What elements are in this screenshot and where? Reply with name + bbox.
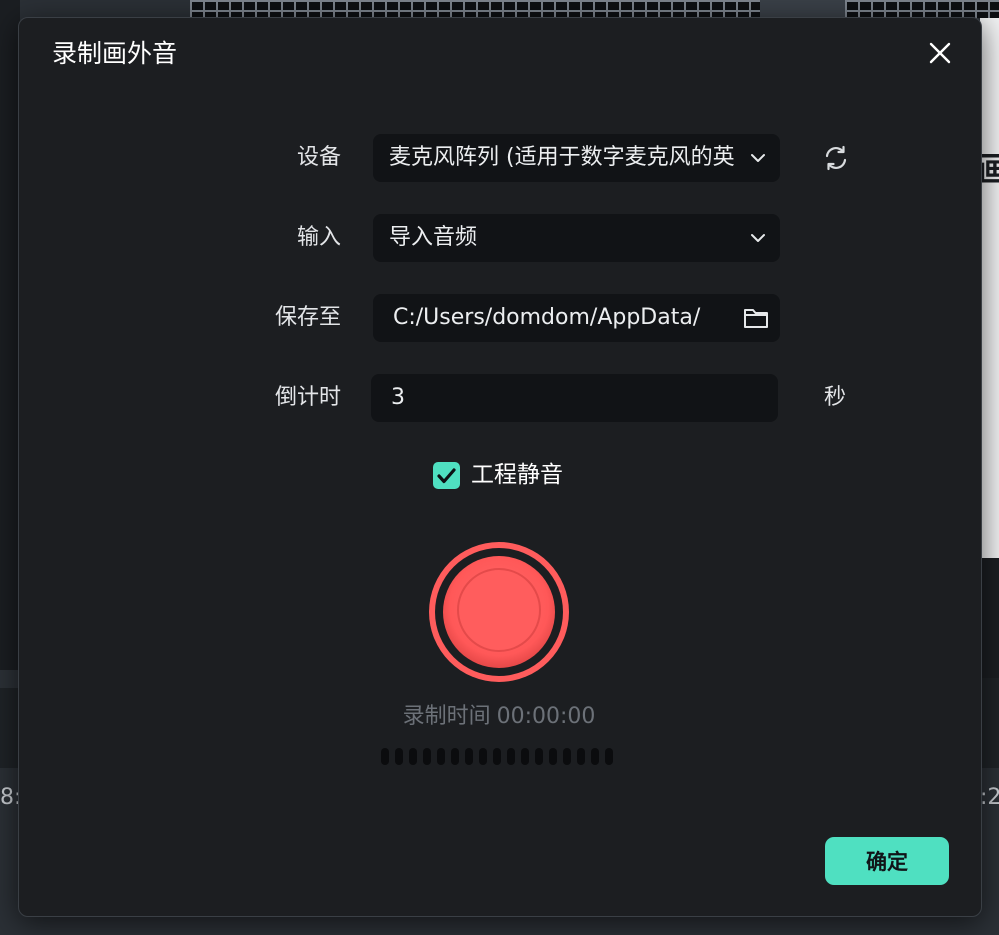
checkmark-icon — [437, 468, 456, 484]
audio-level-meter — [381, 748, 621, 766]
meter-bar — [423, 748, 431, 765]
input-select-value: 导入音频 — [389, 225, 478, 250]
device-label: 设备 — [296, 145, 341, 170]
save-path-value: C:/Users/domdom/AppData/ — [393, 305, 701, 330]
refresh-icon[interactable] — [822, 144, 850, 172]
background-right-track — [980, 678, 999, 768]
meter-bar — [437, 748, 445, 765]
mute-project-checkbox[interactable] — [433, 462, 460, 489]
meter-bar — [577, 748, 585, 765]
record-button[interactable] — [426, 539, 572, 685]
input-label: 输入 — [296, 225, 341, 250]
countdown-unit: 秒 — [824, 385, 847, 410]
countdown-input[interactable]: 3 — [371, 374, 778, 422]
meter-bar — [465, 748, 473, 765]
input-select[interactable]: 导入音频 — [373, 214, 780, 262]
meter-bar — [521, 748, 529, 765]
meter-bar — [605, 748, 613, 765]
meter-bar — [535, 748, 543, 765]
meter-bar — [507, 748, 515, 765]
meter-bar — [479, 748, 487, 765]
record-time-label: 录制时间 — [402, 704, 491, 729]
device-select-value: 麦克风阵列 (适用于数字麦克风的英 — [389, 145, 735, 170]
save-to-label: 保存至 — [274, 305, 341, 330]
meter-bar — [591, 748, 599, 765]
meter-bar — [395, 748, 403, 765]
background-right-panel — [980, 18, 999, 558]
countdown-label: 倒计时 — [274, 385, 341, 410]
record-icon — [429, 542, 569, 682]
background-left-panel — [0, 0, 20, 670]
timeline-ruler-right: :2 — [980, 785, 999, 810]
confirm-button[interactable]: 确定 — [825, 837, 949, 885]
chevron-down-icon — [751, 154, 765, 162]
close-button[interactable] — [927, 40, 953, 66]
timeline-ruler-left: 8: — [0, 785, 20, 810]
dialog-title: 录制画外音 — [52, 39, 178, 68]
chevron-down-icon — [751, 234, 765, 242]
close-icon — [929, 42, 951, 64]
save-path-field[interactable]: C:/Users/domdom/AppData/ — [373, 294, 780, 342]
meter-bar — [409, 748, 417, 765]
timeline-thumbnail-strip — [190, 0, 760, 18]
background-left-divider — [0, 670, 20, 688]
mute-project-label: 工程静音 — [471, 462, 563, 488]
timeline-thumbnail-strip-right — [845, 0, 999, 18]
meter-bar — [563, 748, 571, 765]
folder-icon[interactable] — [742, 304, 770, 332]
meter-bar — [493, 748, 501, 765]
background-left-track — [0, 688, 20, 768]
meter-bar — [549, 748, 557, 765]
record-time-readout: 录制时间 00:00:00 — [349, 701, 649, 733]
background-right-dark — [980, 558, 999, 678]
background-panel — [760, 0, 845, 18]
record-time-value: 00:00:00 — [496, 704, 596, 729]
countdown-value: 3 — [391, 385, 405, 410]
record-voiceover-dialog: 录制画外音 设备 麦克风阵列 (适用于数字麦克风的英 输入 导入音频 保存至 C… — [18, 17, 982, 917]
meter-bar — [451, 748, 459, 765]
device-select[interactable]: 麦克风阵列 (适用于数字麦克风的英 — [373, 134, 780, 182]
meter-bar — [381, 748, 389, 765]
